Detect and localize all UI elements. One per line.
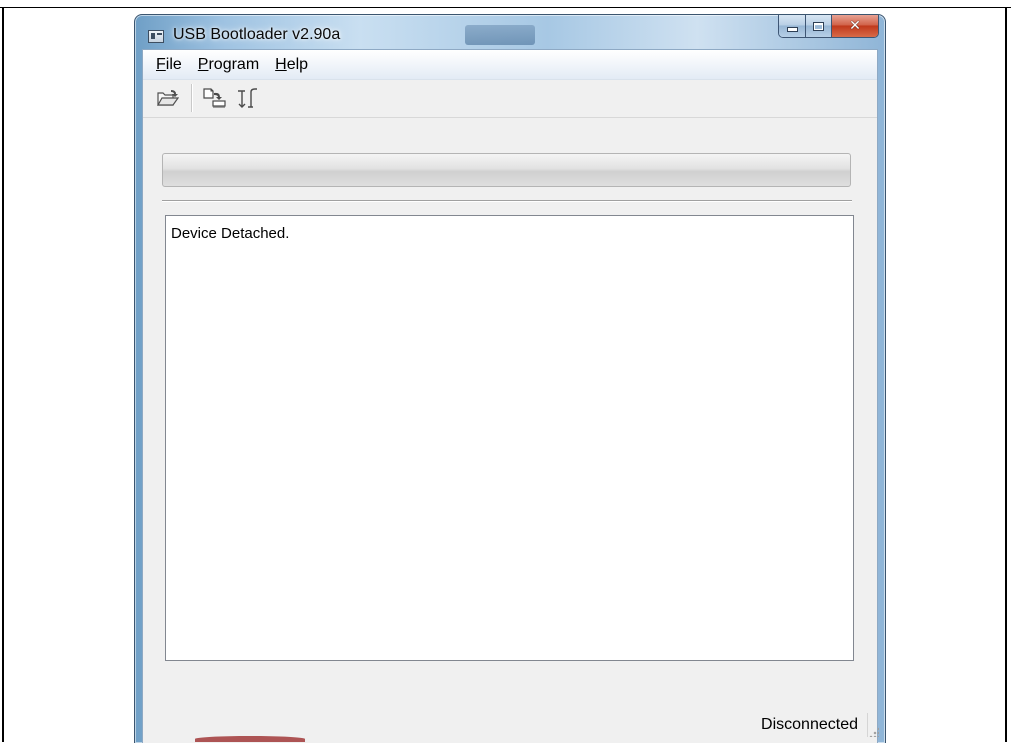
- reset-device-icon: [238, 88, 257, 108]
- close-icon: ✕: [849, 18, 861, 34]
- title-bar-glint: [465, 25, 535, 45]
- window-title: USB Bootloader v2.90a: [173, 26, 341, 43]
- program-device-icon: [203, 88, 226, 108]
- title-bar[interactable]: USB Bootloader v2.90a ✕: [135, 15, 885, 49]
- caption-buttons: ✕: [778, 15, 879, 38]
- minimize-icon: [786, 26, 798, 32]
- menu-file-label: ile: [165, 55, 182, 73]
- menu-help-label: elp: [286, 55, 309, 73]
- figure-frame-top: [0, 7, 1011, 8]
- background-blob: [195, 736, 305, 742]
- maximize-button[interactable]: [806, 15, 832, 37]
- toolbar-separator: [191, 84, 192, 112]
- menu-program[interactable]: Program: [190, 54, 267, 76]
- horizontal-divider: [162, 200, 852, 201]
- open-button[interactable]: [155, 85, 181, 111]
- menu-file-mnemonic: F: [156, 55, 166, 73]
- figure-frame-right: [1005, 8, 1007, 742]
- menu-help[interactable]: Help: [267, 54, 316, 76]
- connection-status: Disconnected: [761, 716, 858, 733]
- menu-bar: File Program Help: [143, 50, 877, 80]
- menu-file[interactable]: File: [148, 54, 190, 76]
- status-bar-separator: [867, 713, 868, 737]
- figure-frame-left: [2, 8, 4, 742]
- minimize-button[interactable]: [779, 15, 806, 37]
- menu-program-mnemonic: P: [197, 55, 209, 73]
- app-window-icon[interactable]: [148, 30, 164, 43]
- program-device-button[interactable]: [202, 85, 228, 111]
- log-text: Device Detached.: [171, 225, 290, 242]
- log-output[interactable]: Device Detached.: [165, 215, 854, 661]
- close-button[interactable]: ✕: [832, 15, 878, 37]
- menu-help-mnemonic: H: [275, 55, 287, 73]
- bootloader-window: USB Bootloader v2.90a ✕ File Program Hel…: [134, 14, 886, 743]
- open-folder-icon: [157, 90, 179, 106]
- toolbar: [143, 79, 877, 118]
- resize-grip-icon[interactable]: [869, 727, 879, 737]
- maximize-icon: [813, 21, 824, 31]
- progress-bar: [162, 153, 851, 187]
- menu-program-label: rogram: [208, 55, 260, 73]
- reset-device-button[interactable]: [234, 85, 260, 111]
